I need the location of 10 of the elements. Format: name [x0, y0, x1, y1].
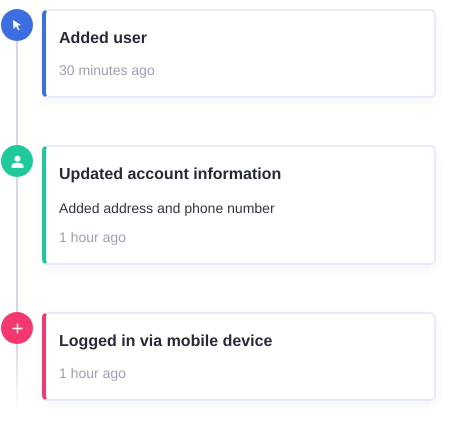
- event-time: 30 minutes ago: [59, 61, 156, 79]
- event-description: Added address and phone number: [59, 199, 276, 217]
- event-time: 1 hour ago: [59, 228, 127, 246]
- person-icon: [10, 154, 24, 168]
- plus-icon: [12, 322, 22, 334]
- event-title: Logged in via mobile device: [59, 332, 274, 352]
- cursor-icon: [11, 19, 23, 31]
- event-title: Added user: [59, 29, 148, 49]
- event-time: 1 hour ago: [59, 364, 127, 382]
- event-title: Updated account information: [59, 165, 282, 185]
